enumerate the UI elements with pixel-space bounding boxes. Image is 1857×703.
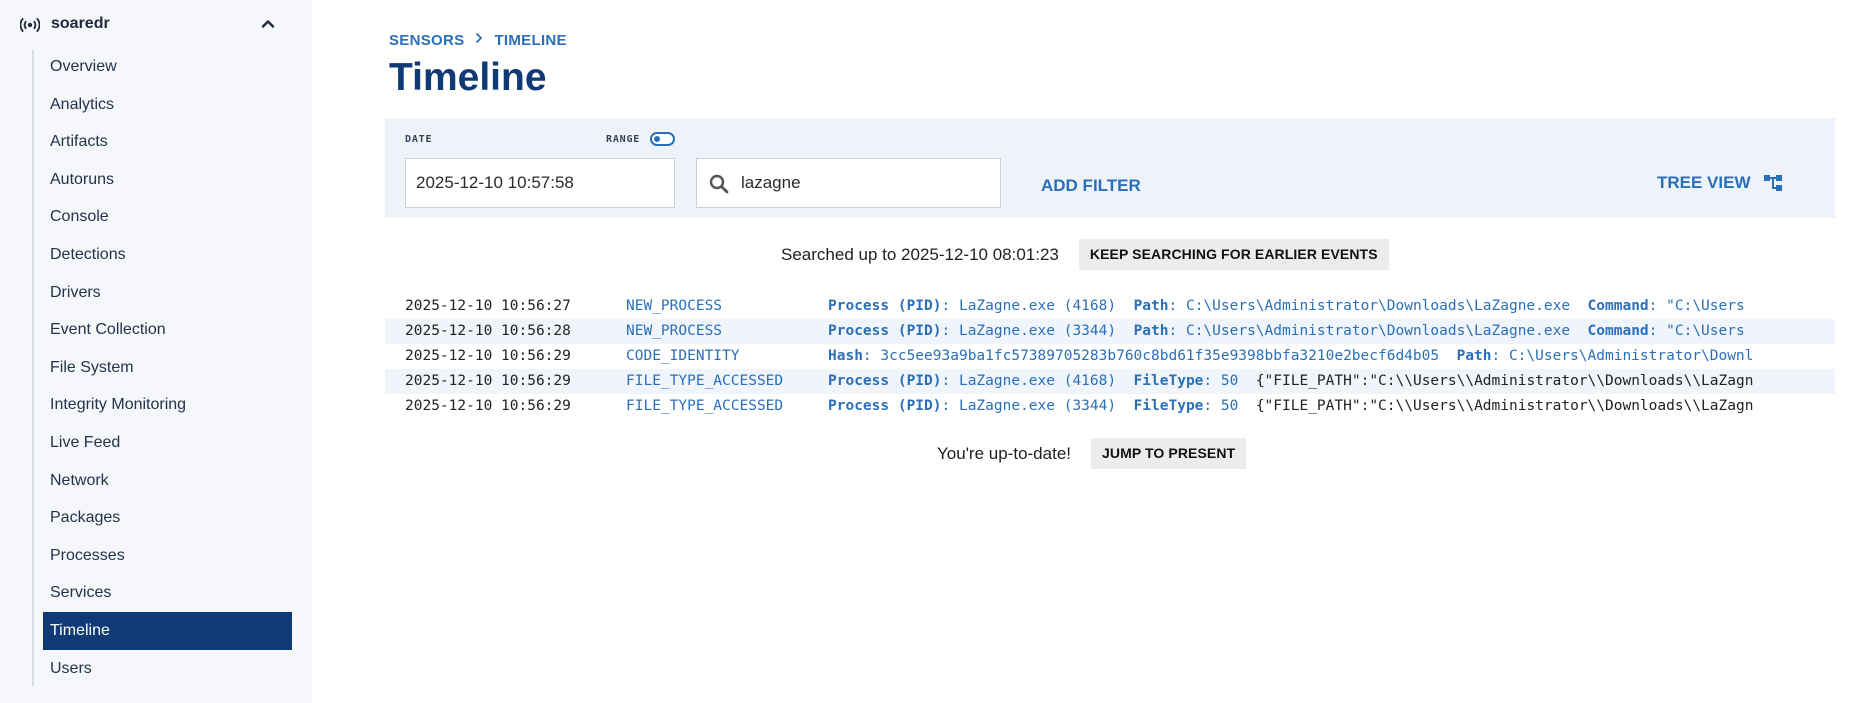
event-timestamp: 2025-12-10 10:56:27 bbox=[405, 298, 571, 314]
up-to-date-status: You're up-to-date! JUMP TO PRESENT bbox=[937, 438, 1247, 469]
sidebar-item-drivers[interactable]: Drivers bbox=[43, 274, 292, 312]
sidebar-item-integrity-monitoring[interactable]: Integrity Monitoring bbox=[43, 386, 292, 424]
event-row[interactable]: 2025-12-10 10:56:27 NEW_PROCESS Process (P… bbox=[385, 294, 1835, 319]
event-timestamp: 2025-12-10 10:56:29 bbox=[405, 348, 571, 364]
tree-structure-icon bbox=[1763, 175, 1782, 191]
date-input[interactable] bbox=[405, 158, 675, 208]
keep-searching-button[interactable]: KEEP SEARCHING FOR EARLIER EVENTS bbox=[1078, 239, 1389, 270]
up-to-date-text: You're up-to-date! bbox=[937, 443, 1071, 463]
search-status-text: Searched up to 2025-12-10 08:01:23 bbox=[781, 244, 1059, 264]
event-type: NEW_PROCESS bbox=[626, 298, 723, 314]
sidebar-item-timeline[interactable]: Timeline bbox=[43, 611, 292, 650]
sidebar-item-artifacts[interactable]: Artifacts bbox=[43, 123, 292, 161]
event-row[interactable]: 2025-12-10 10:56:29 FILE_TYPE_ACCESSED Pro… bbox=[385, 394, 1835, 419]
sidebar-item-event-collection[interactable]: Event Collection bbox=[43, 311, 292, 349]
tree-view-label: TREE VIEW bbox=[1657, 173, 1751, 192]
nav-rail bbox=[32, 50, 34, 686]
event-type: NEW_PROCESS bbox=[626, 323, 723, 339]
event-field-key: Command bbox=[1587, 323, 1649, 339]
sidebar: soaredr Overview Analytics Artifacts Autoru… bbox=[0, 0, 312, 703]
broadcast-icon bbox=[20, 17, 40, 33]
sensor-name: soaredr bbox=[51, 15, 110, 32]
sidebar-item-live-feed[interactable]: Live Feed bbox=[43, 424, 292, 462]
sidebar-item-overview[interactable]: Overview bbox=[43, 48, 292, 86]
jump-to-present-button[interactable]: JUMP TO PRESENT bbox=[1091, 438, 1247, 469]
breadcrumb-current[interactable]: TIMELINE bbox=[494, 32, 566, 49]
add-filter-button[interactable]: ADD FILTER bbox=[1041, 176, 1141, 196]
event-details: Process (PID): LaZagne.exe (3344) FileTy… bbox=[828, 398, 1754, 414]
event-raw-json: {"FILE_PATH":"C:\\Users\\Administrator\\… bbox=[1255, 398, 1754, 414]
sidebar-item-users[interactable]: Users bbox=[43, 650, 292, 688]
event-row[interactable]: 2025-12-10 10:56:29 FILE_TYPE_ACCESSED Pro… bbox=[385, 369, 1835, 394]
event-details: Process (PID): LaZagne.exe (4168) FileTy… bbox=[828, 373, 1754, 389]
event-field-value: LaZagne.exe (4168) bbox=[958, 298, 1117, 314]
event-field-value: LaZagne.exe (4168) bbox=[958, 373, 1117, 389]
event-timestamp: 2025-12-10 10:56:29 bbox=[405, 398, 571, 414]
sidebar-item-file-system[interactable]: File System bbox=[43, 349, 292, 387]
breadcrumb: SENSORS TIMELINE bbox=[389, 31, 567, 49]
chevron-up-icon[interactable] bbox=[260, 16, 276, 32]
sidebar-item-autoruns[interactable]: Autoruns bbox=[43, 161, 292, 199]
event-field-key: Path bbox=[1456, 348, 1492, 364]
sidebar-item-packages[interactable]: Packages bbox=[43, 499, 292, 537]
event-row[interactable]: 2025-12-10 10:56:29 CODE_IDENTITY Hash: 3c… bbox=[385, 344, 1835, 369]
sidebar-item-detections[interactable]: Detections bbox=[43, 236, 292, 274]
event-field-value: LaZagne.exe (3344) bbox=[958, 398, 1117, 414]
search-icon bbox=[709, 174, 729, 194]
chevron-right-icon bbox=[474, 31, 484, 49]
sidebar-item-processes[interactable]: Processes bbox=[43, 537, 292, 575]
event-field-value: 50 bbox=[1220, 398, 1239, 414]
event-field-key: Command bbox=[1587, 298, 1649, 314]
event-list: 2025-12-10 10:56:27 NEW_PROCESS Process (P… bbox=[385, 294, 1835, 419]
search-status: Searched up to 2025-12-10 08:01:23 KEEP … bbox=[781, 239, 1389, 270]
event-field-value: "C:\Users bbox=[1666, 323, 1745, 339]
sidebar-item-console[interactable]: Console bbox=[43, 198, 292, 236]
search-box bbox=[696, 158, 1001, 208]
search-input[interactable] bbox=[741, 159, 996, 207]
event-timestamp: 2025-12-10 10:56:29 bbox=[405, 373, 571, 389]
event-field-key: Process (PID) bbox=[828, 373, 942, 389]
page-title: Timeline bbox=[389, 56, 547, 99]
event-field-key: Process (PID) bbox=[828, 298, 942, 314]
event-type: CODE_IDENTITY bbox=[626, 348, 740, 364]
event-timestamp: 2025-12-10 10:56:28 bbox=[405, 323, 571, 339]
filter-bar: DATE RANGE ADD FILTER TREE VIEW bbox=[385, 118, 1835, 218]
main-content: SENSORS TIMELINE Timeline DATE RANGE ADD… bbox=[385, 0, 1835, 703]
event-field-key: FileType bbox=[1133, 398, 1204, 414]
event-field-key: Process (PID) bbox=[828, 398, 942, 414]
event-type: FILE_TYPE_ACCESSED bbox=[626, 373, 784, 389]
event-field-key: Path bbox=[1133, 298, 1169, 314]
sidebar-item-network[interactable]: Network bbox=[43, 462, 292, 500]
toggle-knob bbox=[654, 136, 660, 142]
event-row[interactable]: 2025-12-10 10:56:28 NEW_PROCESS Process (P… bbox=[385, 319, 1835, 344]
event-field-value: 50 bbox=[1220, 373, 1239, 389]
tree-view-button[interactable]: TREE VIEW bbox=[1657, 173, 1783, 193]
sidebar-item-analytics[interactable]: Analytics bbox=[43, 86, 292, 124]
event-details: Hash: 3cc5ee93a9ba1fc57389705283b760c8bd… bbox=[828, 348, 1754, 364]
sensor-header[interactable]: soaredr bbox=[0, 0, 312, 50]
event-field-key: Path bbox=[1133, 323, 1169, 339]
breadcrumb-sensors-link[interactable]: SENSORS bbox=[389, 32, 464, 49]
event-type: FILE_TYPE_ACCESSED bbox=[626, 398, 784, 414]
sidebar-nav: Overview Analytics Artifacts Autoruns Consol… bbox=[43, 48, 292, 687]
event-field-value: C:\Users\Administrator\Downl bbox=[1508, 348, 1754, 364]
event-field-value: C:\Users\Administrator\Downloads\LaZagne… bbox=[1185, 323, 1571, 339]
event-field-key: FileType bbox=[1133, 373, 1204, 389]
event-details: Process (PID): LaZagne.exe (3344) Path: … bbox=[828, 323, 1745, 339]
sidebar-item-services[interactable]: Services bbox=[43, 574, 292, 612]
event-field-value: "C:\Users bbox=[1666, 298, 1745, 314]
event-raw-json: {"FILE_PATH":"C:\\Users\\Administrator\\… bbox=[1255, 373, 1754, 389]
date-label: DATE bbox=[405, 134, 433, 145]
range-toggle[interactable] bbox=[650, 132, 675, 146]
event-field-key: Process (PID) bbox=[828, 323, 942, 339]
event-field-key: Hash bbox=[828, 348, 863, 364]
event-details: Process (PID): LaZagne.exe (4168) Path: … bbox=[828, 298, 1745, 314]
event-field-value: 3cc5ee93a9ba1fc57389705283b760c8bd61f35e… bbox=[880, 348, 1440, 364]
event-field-value: LaZagne.exe (3344) bbox=[958, 323, 1117, 339]
event-field-value: C:\Users\Administrator\Downloads\LaZagne… bbox=[1185, 298, 1571, 314]
range-label: RANGE bbox=[606, 134, 641, 145]
